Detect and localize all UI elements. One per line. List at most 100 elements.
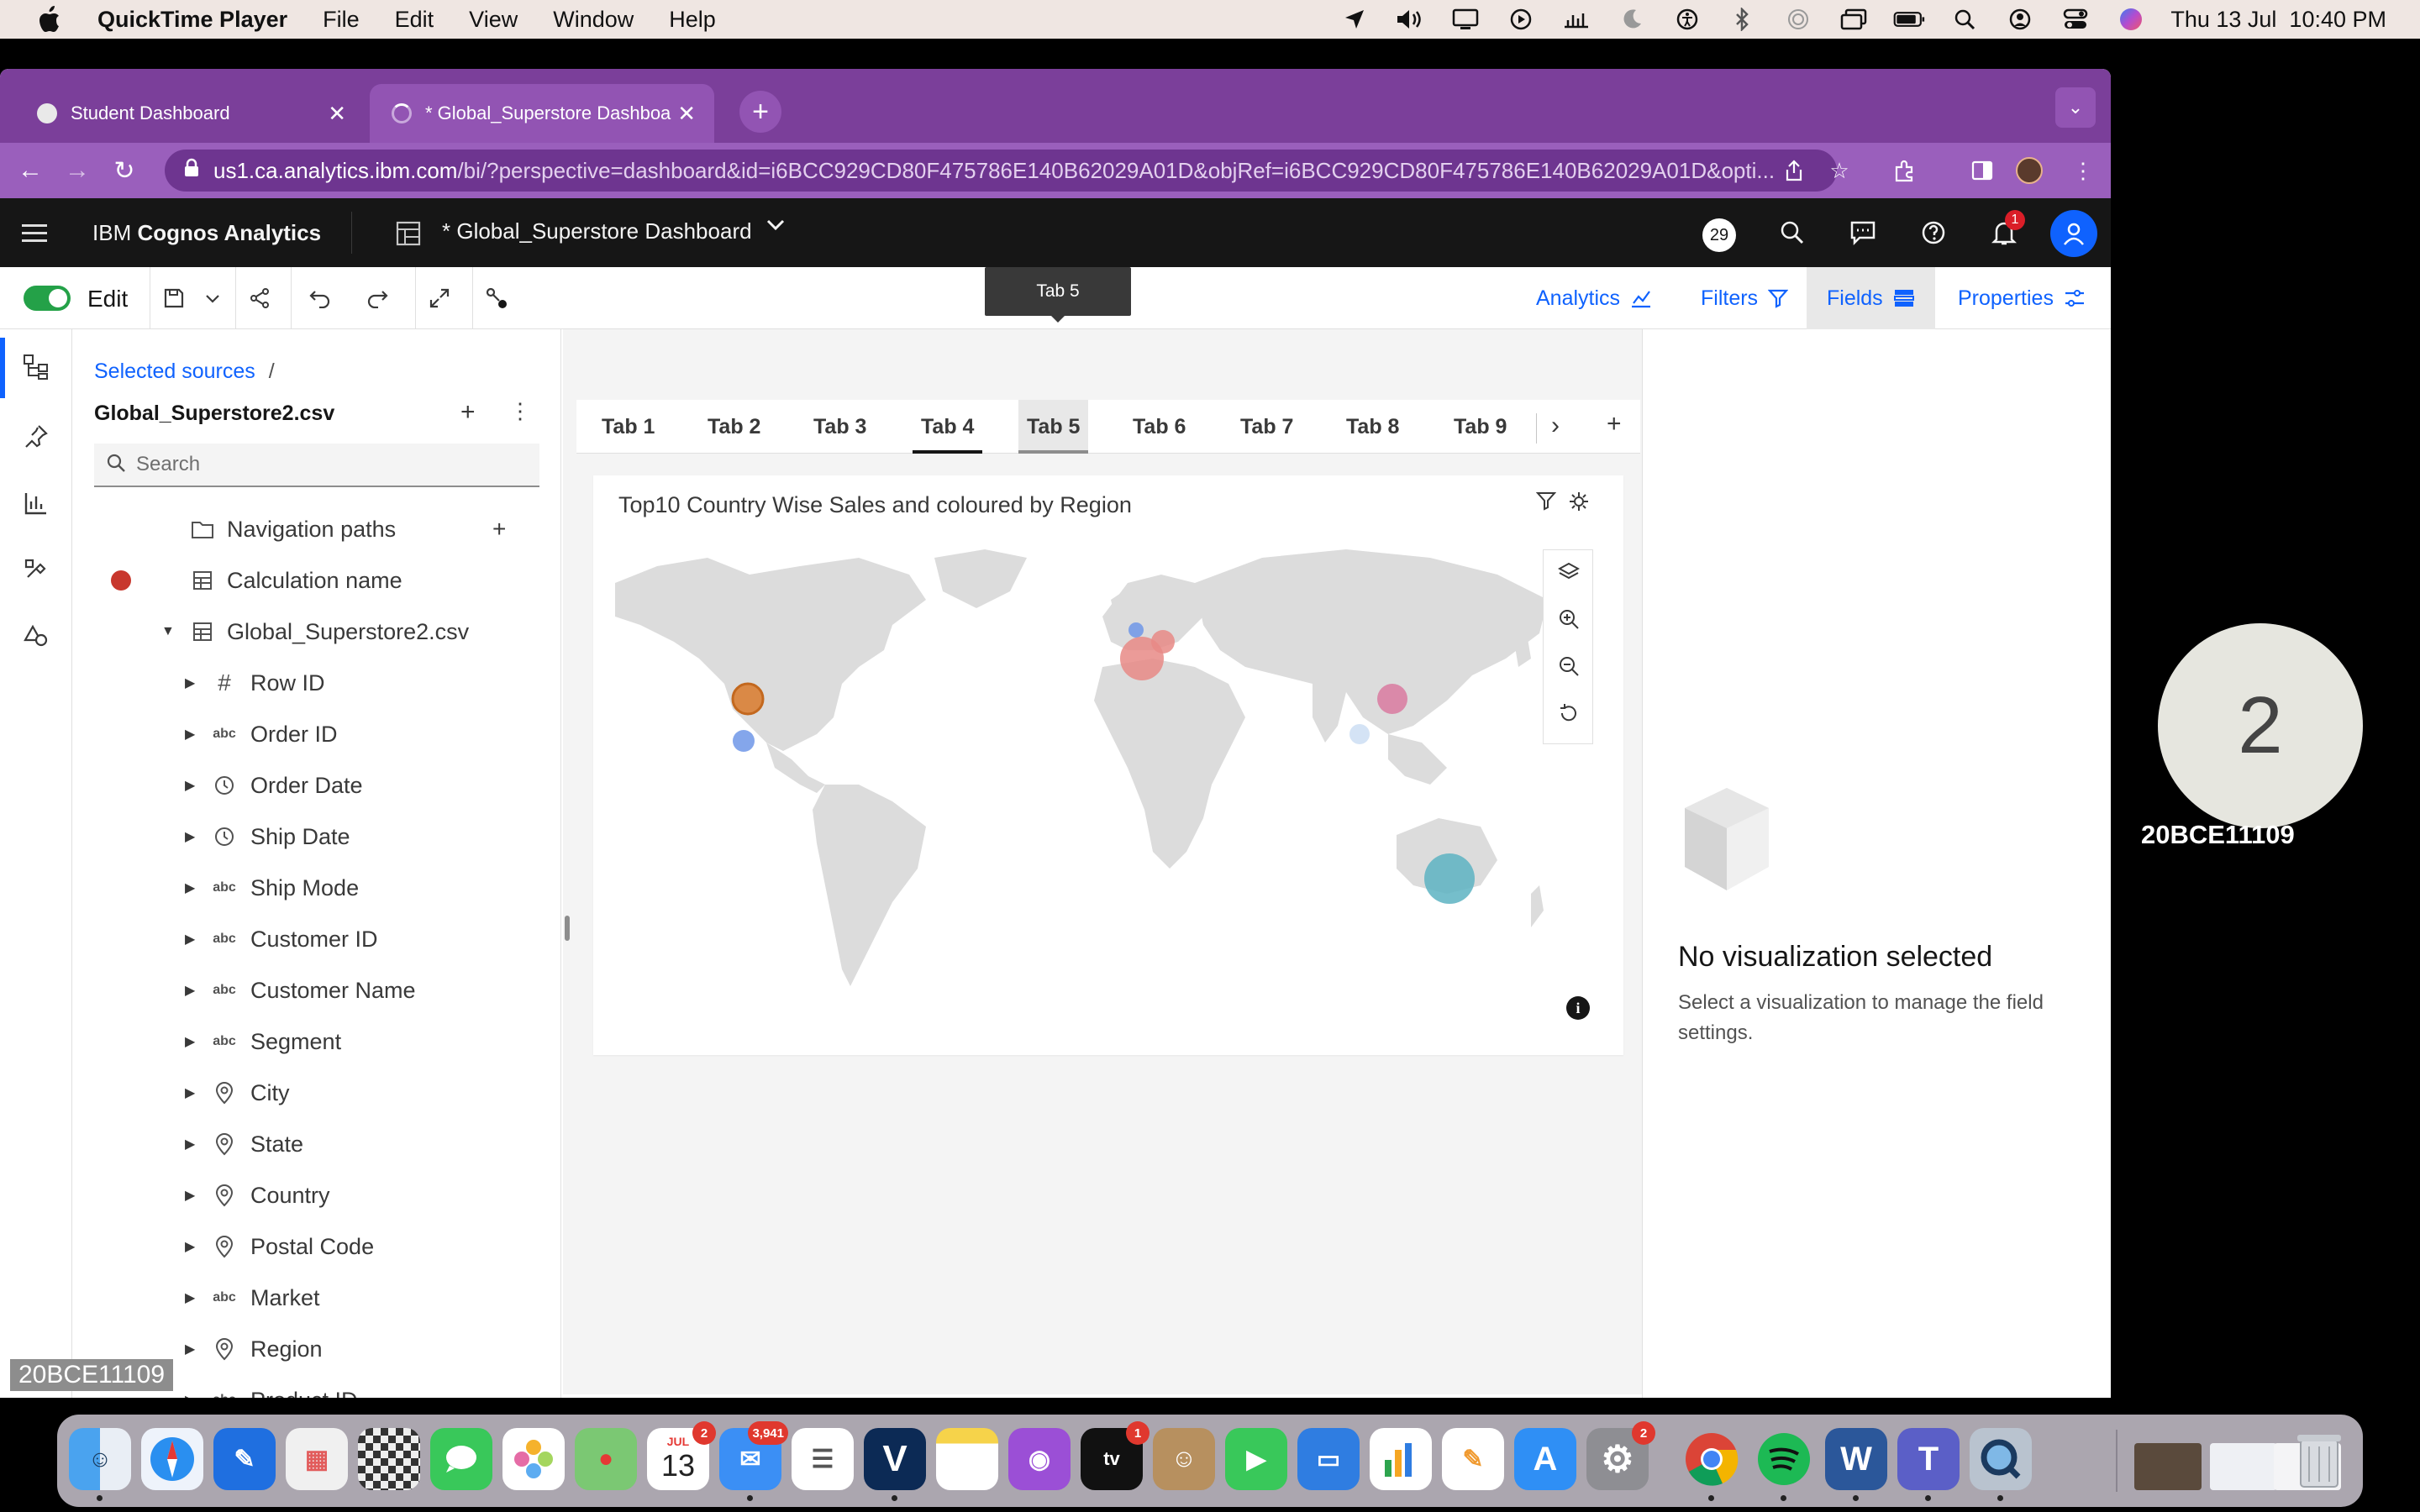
calendar-icon[interactable]: JUL 13 2	[647, 1421, 716, 1490]
tree-item[interactable]: Calculation name	[72, 557, 560, 604]
tree-item[interactable]: ▶ Order Date	[72, 762, 560, 809]
caret-right-icon[interactable]: ▶	[185, 1033, 195, 1050]
menu-help[interactable]: Help	[669, 7, 716, 33]
caret-right-icon[interactable]: ▶	[185, 1238, 195, 1255]
messages-icon[interactable]	[430, 1428, 492, 1490]
app-name[interactable]: QuickTime Player	[97, 7, 287, 33]
edit-mode-toggle[interactable]	[24, 286, 71, 311]
new-tab-button[interactable]: +	[739, 91, 781, 133]
browser-tab-student-dashboard[interactable]: Student Dashboard ✕	[15, 84, 365, 143]
layers-icon[interactable]	[1555, 559, 1582, 585]
menu-edit[interactable]: Edit	[395, 7, 434, 33]
back-icon[interactable]: ←	[13, 154, 47, 187]
dashboard-title[interactable]: * Global_Superstore Dashboard	[442, 218, 752, 244]
assistant-icon[interactable]	[17, 617, 55, 655]
tree-item[interactable]: ▶ Ship Date	[72, 813, 560, 860]
panel-resize-handle[interactable]	[565, 916, 570, 941]
undo-icon[interactable]	[304, 282, 336, 314]
xcode-icon[interactable]: ✎	[213, 1428, 276, 1490]
tree-item[interactable]: ▶ abc Customer ID	[72, 916, 560, 963]
caret-right-icon[interactable]: ▶	[185, 726, 195, 743]
tab-filters[interactable]: Filters	[1681, 267, 1808, 329]
data-sources-icon[interactable]	[17, 348, 55, 386]
caret-down-icon[interactable]: ▼	[161, 624, 175, 639]
keynote-icon[interactable]: ▭	[1297, 1428, 1360, 1490]
zoom-in-icon[interactable]	[1555, 606, 1582, 633]
contacts-icon[interactable]: ☺	[1153, 1428, 1215, 1490]
tree-item[interactable]: ▶ Postal Code	[72, 1223, 560, 1270]
info-icon[interactable]: i	[1566, 996, 1590, 1020]
vectorworks-icon[interactable]: V	[864, 1428, 926, 1490]
menu-view[interactable]: View	[469, 7, 518, 33]
trash-icon[interactable]	[2294, 1428, 2344, 1490]
system-settings-icon[interactable]: ⚙ 2	[1586, 1421, 1655, 1490]
recent-window-thumbnail-1[interactable]	[2134, 1443, 2202, 1490]
caret-right-icon[interactable]: ▶	[185, 1289, 195, 1306]
airdrop-icon[interactable]	[1782, 7, 1814, 32]
bookmark-star-icon[interactable]: ☆	[1823, 155, 1855, 186]
tab-8[interactable]: Tab 8	[1346, 400, 1399, 454]
extensions-icon[interactable]	[1889, 155, 1921, 186]
tree-item[interactable]: ▶ abc Ship Mode	[72, 864, 560, 911]
focus-icon[interactable]	[1568, 491, 1590, 517]
share-icon[interactable]	[244, 282, 276, 314]
connect-icon[interactable]	[481, 282, 513, 314]
breadcrumb-selected-sources[interactable]: Selected sources	[94, 360, 255, 383]
tab-properties[interactable]: Properties	[1938, 267, 2106, 329]
tab-9[interactable]: Tab 9	[1454, 400, 1507, 454]
numbers-icon[interactable]	[1370, 1428, 1432, 1490]
photos-icon[interactable]	[502, 1428, 565, 1490]
volume-icon[interactable]	[1394, 7, 1426, 32]
play-circle-icon[interactable]	[1505, 7, 1537, 32]
pin-icon[interactable]	[17, 417, 55, 455]
apple-icon[interactable]	[34, 4, 64, 34]
visualizations-icon[interactable]	[17, 484, 55, 522]
expand-icon[interactable]	[424, 282, 455, 314]
tab-4[interactable]: Tab 4	[913, 400, 983, 454]
add-navigation-path-button[interactable]: +	[492, 516, 506, 543]
forward-icon[interactable]: →	[60, 154, 94, 187]
tab-analytics[interactable]: Analytics	[1516, 267, 1672, 329]
tree-item[interactable]: ▶ City	[72, 1069, 560, 1116]
tree-item[interactable]: ▼ Global_Superstore2.csv	[72, 608, 560, 655]
next-tabs-chevron-icon[interactable]: ›	[1551, 412, 1560, 440]
hamburger-menu-icon[interactable]	[22, 223, 47, 242]
caret-right-icon[interactable]: ▶	[185, 931, 195, 948]
close-tab-icon[interactable]: ✕	[677, 101, 696, 127]
caret-right-icon[interactable]: ▶	[185, 879, 195, 896]
quicktime-icon[interactable]	[1970, 1428, 2032, 1490]
caret-right-icon[interactable]: ▶	[185, 1341, 195, 1357]
tab-1[interactable]: Tab 1	[602, 400, 655, 454]
tab-6[interactable]: Tab 6	[1133, 400, 1186, 454]
caret-right-icon[interactable]: ▶	[185, 777, 195, 794]
app-store-icon[interactable]: A	[1514, 1428, 1576, 1490]
profile-avatar-icon[interactable]	[2013, 155, 2045, 186]
widgets-icon[interactable]	[17, 549, 55, 588]
tab-fields[interactable]: Fields	[1807, 267, 1935, 329]
mail-icon[interactable]: ✉ 3,941	[719, 1421, 788, 1490]
share-icon[interactable]	[1778, 155, 1810, 186]
count-badge[interactable]: 29	[1702, 218, 1736, 252]
chevron-down-icon[interactable]	[765, 213, 786, 241]
user-avatar-icon[interactable]	[2050, 210, 2097, 257]
apple-tv-icon[interactable]: tv 1	[1081, 1421, 1150, 1490]
source-overflow-menu-icon[interactable]: ⋮	[509, 398, 531, 424]
accessibility-icon[interactable]	[1671, 7, 1703, 32]
tree-item[interactable]: ▶ # Row ID	[72, 659, 560, 706]
tree-item[interactable]: ▶ abc Market	[72, 1274, 560, 1321]
reminders-icon[interactable]: ☰	[792, 1428, 854, 1490]
redo-icon[interactable]	[361, 282, 393, 314]
bluetooth-icon[interactable]	[1727, 7, 1759, 32]
search-icon[interactable]	[1775, 215, 1810, 250]
display-icon[interactable]	[1449, 7, 1481, 32]
siri-icon[interactable]	[2115, 7, 2147, 32]
spotlight-search-icon[interactable]	[1949, 7, 1981, 32]
spotify-icon[interactable]	[1753, 1428, 1815, 1490]
launchpad-icon[interactable]: ▦	[286, 1428, 348, 1490]
browser-tab-global-superstore[interactable]: * Global_Superstore Dashboa ✕	[370, 84, 714, 143]
caret-right-icon[interactable]: ▶	[185, 1392, 195, 1398]
zoom-out-icon[interactable]	[1555, 653, 1582, 680]
clock-text[interactable]: Thu 13 Jul 10:40 PM	[2170, 7, 2386, 33]
close-tab-icon[interactable]: ✕	[328, 101, 346, 127]
reset-view-icon[interactable]	[1555, 700, 1582, 727]
